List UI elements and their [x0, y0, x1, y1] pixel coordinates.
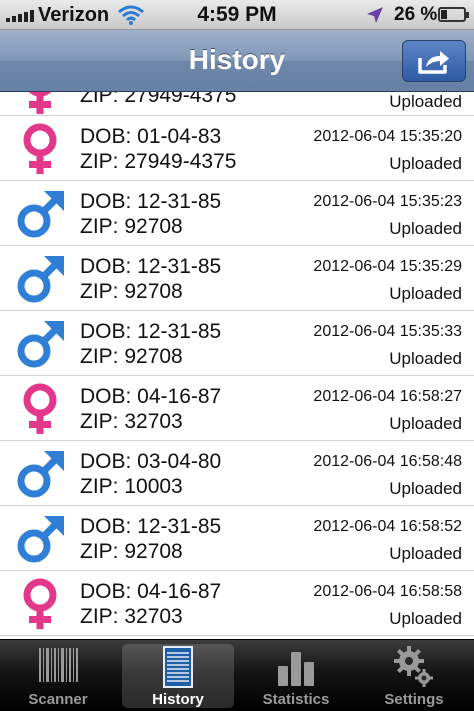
- zip-label: ZIP: 92708: [80, 215, 183, 238]
- location-arrow-icon: [367, 7, 383, 23]
- dob-label: DOB: 12-31-85: [80, 320, 222, 343]
- timestamp: 2012-06-04 15:35:23: [313, 193, 462, 210]
- tab-label: Settings: [384, 691, 444, 708]
- navigation-bar: History: [0, 30, 474, 92]
- bar-chart-icon: [278, 652, 314, 686]
- barcode-icon: [39, 648, 78, 682]
- upload-status: Uploaded: [389, 219, 462, 238]
- timestamp: 2012-06-04 16:58:48: [313, 453, 462, 470]
- dob-label: DOB: 03-04-80: [80, 450, 222, 473]
- timestamp: 2012-06-04 15:35:33: [313, 323, 462, 340]
- history-list[interactable]: ZIP: 27949-4375 Uploaded DOB: 01-04-83 ZI…: [0, 92, 474, 639]
- history-row[interactable]: DOB: 04-16-87 ZIP: 32703 2012-06-04 16:58:…: [0, 376, 474, 441]
- share-button[interactable]: [402, 40, 466, 82]
- upload-status: Uploaded: [389, 544, 462, 563]
- zip-label: ZIP: 10003: [80, 475, 183, 498]
- list-icon: [163, 646, 193, 688]
- dob-label: DOB: 04-16-87: [80, 580, 222, 603]
- history-row[interactable]: DOB: 04-16-87 ZIP: 32703 2012-06-04 16:58:…: [0, 571, 474, 636]
- share-icon: [418, 51, 449, 74]
- upload-status: Uploaded: [389, 92, 462, 111]
- dob-label: DOB: 04-16-87: [80, 385, 222, 408]
- female-symbol-icon: [14, 92, 66, 116]
- timestamp: 2012-06-04 16:58:27: [313, 388, 462, 405]
- female-symbol-icon: [14, 382, 66, 436]
- timestamp: 2012-06-04 16:58:58: [313, 583, 462, 600]
- history-row[interactable]: DOB: 12-31-85 ZIP: 92708 2012-06-04 16:58:…: [0, 506, 474, 571]
- tab-scanner[interactable]: Scanner: [2, 644, 114, 708]
- history-row[interactable]: DOB: 12-31-85 ZIP: 92708 2012-06-04 15:35:…: [0, 181, 474, 246]
- zip-label: ZIP: 32703: [80, 410, 183, 433]
- status-bar: Verizon 4:59 PM 26 %: [0, 0, 474, 30]
- battery-percent: 26 %: [394, 4, 438, 25]
- tab-label: Scanner: [28, 691, 88, 708]
- tab-history[interactable]: History: [122, 644, 234, 708]
- dob-label: DOB: 12-31-85: [80, 255, 222, 278]
- tab-settings[interactable]: Settings: [358, 644, 470, 708]
- timestamp: 2012-06-04 15:35:29: [313, 258, 462, 275]
- male-symbol-icon: [14, 187, 66, 241]
- male-symbol-icon: [14, 447, 66, 501]
- male-symbol-icon: [14, 317, 66, 371]
- female-symbol-icon: [14, 122, 66, 176]
- tab-bar: Scanner History Statistics Settings: [0, 639, 474, 711]
- dob-label: DOB: 01-04-83: [80, 125, 222, 148]
- male-symbol-icon: [14, 512, 66, 566]
- battery-fill: [441, 10, 447, 19]
- upload-status: Uploaded: [389, 284, 462, 303]
- tab-statistics[interactable]: Statistics: [240, 644, 352, 708]
- dob-label: DOB: 12-31-85: [80, 190, 222, 213]
- zip-label: ZIP: 32703: [80, 605, 183, 628]
- history-row-partial[interactable]: ZIP: 27949-4375 Uploaded: [0, 92, 474, 116]
- upload-status: Uploaded: [389, 154, 462, 173]
- battery-icon: [438, 7, 469, 22]
- history-row[interactable]: DOB: 01-04-83 ZIP: 27949-4375 2012-06-04 1…: [0, 116, 474, 181]
- upload-status: Uploaded: [389, 479, 462, 498]
- zip-label: ZIP: 92708: [80, 540, 183, 563]
- upload-status: Uploaded: [389, 349, 462, 368]
- history-row[interactable]: DOB: 12-31-85 ZIP: 92708 2012-06-04 15:35:…: [0, 246, 474, 311]
- upload-status: Uploaded: [389, 609, 462, 628]
- history-row[interactable]: DOB: 03-04-80 ZIP: 10003 2012-06-04 16:58:…: [0, 441, 474, 506]
- timestamp: 2012-06-04 15:35:20: [313, 128, 462, 145]
- gears-icon: [394, 646, 433, 687]
- history-row[interactable]: DOB: 12-31-85 ZIP: 92708 2012-06-04 15:35:…: [0, 311, 474, 376]
- dob-label: DOB: 12-31-85: [80, 515, 222, 538]
- timestamp: 2012-06-04 16:58:52: [313, 518, 462, 535]
- tab-label: History: [152, 691, 204, 708]
- tab-label: Statistics: [262, 691, 330, 708]
- male-symbol-icon: [14, 252, 66, 306]
- upload-status: Uploaded: [389, 414, 462, 433]
- female-symbol-icon: [14, 577, 66, 631]
- zip-label: ZIP: 27949-4375: [80, 150, 237, 173]
- zip-label: ZIP: 27949-4375: [80, 92, 237, 107]
- zip-label: ZIP: 92708: [80, 280, 183, 303]
- zip-label: ZIP: 92708: [80, 345, 183, 368]
